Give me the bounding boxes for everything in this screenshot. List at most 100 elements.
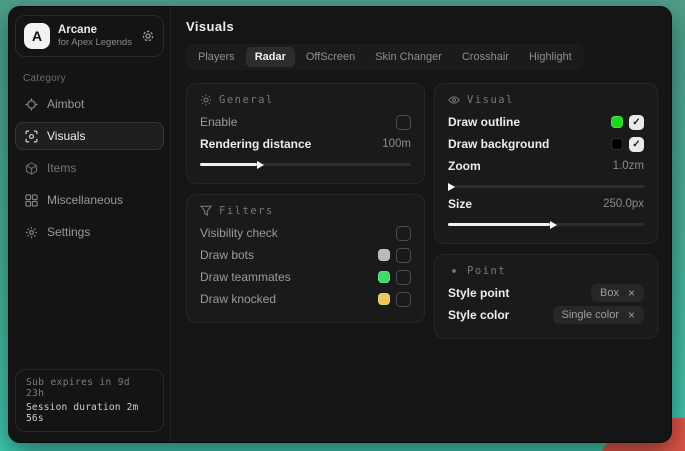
subscription-info: Sub expires in 9d 23h Session duration 2…: [15, 369, 164, 432]
panel-title: Filters: [219, 205, 274, 217]
style-color-value: Single color: [562, 309, 619, 321]
cube-icon: [25, 162, 38, 175]
tab-crosshair[interactable]: Crosshair: [453, 47, 518, 67]
draw-background-color-swatch[interactable]: [611, 138, 623, 150]
rendering-distance-value: 100m: [382, 138, 411, 150]
app-header: A Arcane for Apex Legends: [15, 15, 164, 57]
draw-teammates-checkbox[interactable]: [396, 270, 411, 285]
sidebar: A Arcane for Apex Legends Category Aimbo…: [9, 7, 171, 442]
draw-teammates-color-swatch[interactable]: [378, 271, 390, 283]
panel-filters: Filters Visibility check Draw bots: [186, 194, 425, 323]
draw-outline-checkbox[interactable]: [629, 115, 644, 130]
sidebar-item-label: Settings: [47, 225, 90, 239]
sidebar-item-label: Items: [47, 161, 76, 175]
size-label: Size: [448, 197, 472, 211]
style-color-label: Style color: [448, 308, 509, 322]
zoom-label: Zoom: [448, 159, 481, 173]
zoom-value: 1.0zm: [613, 160, 644, 172]
category-label: Category: [23, 73, 156, 84]
draw-teammates-row: Draw teammates: [200, 266, 411, 288]
draw-outline-row: Draw outline: [448, 111, 644, 133]
rendering-distance-label: Rendering distance: [200, 137, 311, 151]
eye-target-icon: [25, 130, 38, 143]
tab-skin-changer[interactable]: Skin Changer: [366, 47, 451, 67]
panel-point: Point Style point Box × Style color Sing…: [434, 254, 658, 339]
sidebar-item-label: Aimbot: [47, 97, 84, 111]
enable-label: Enable: [200, 115, 237, 129]
app-title: Arcane: [58, 23, 133, 37]
panel-title: Visual: [467, 94, 514, 106]
sidebar-item-miscellaneous[interactable]: Miscellaneous: [15, 186, 164, 214]
draw-outline-label: Draw outline: [448, 115, 520, 129]
style-point-label: Style point: [448, 286, 509, 300]
sun-icon: [200, 94, 212, 106]
style-point-row: Style point Box ×: [448, 282, 644, 304]
panel-general: General Enable Rendering distance 100m: [186, 83, 425, 184]
sidebar-nav: Aimbot Visuals Items: [9, 88, 170, 248]
app-logo: A: [24, 23, 50, 49]
visibility-check-label: Visibility check: [200, 226, 278, 240]
sidebar-item-settings[interactable]: Settings: [15, 218, 164, 246]
draw-background-row: Draw background: [448, 133, 644, 155]
draw-bots-color-swatch[interactable]: [378, 249, 390, 261]
grid-icon: [25, 194, 38, 207]
size-row: Size 250.0px: [448, 193, 644, 215]
main-area: Visuals Players Radar OffScreen Skin Cha…: [171, 7, 671, 442]
enable-row: Enable: [200, 111, 411, 133]
style-point-value: Box: [600, 287, 619, 299]
visibility-check-row: Visibility check: [200, 222, 411, 244]
close-icon[interactable]: ×: [628, 287, 635, 299]
page-title: Visuals: [181, 19, 658, 34]
sidebar-item-items[interactable]: Items: [15, 154, 164, 182]
tab-radar[interactable]: Radar: [246, 47, 295, 67]
sidebar-item-aimbot[interactable]: Aimbot: [15, 90, 164, 118]
draw-knocked-color-swatch[interactable]: [378, 293, 390, 305]
rendering-distance-row: Rendering distance 100m: [200, 133, 411, 155]
style-point-select[interactable]: Box ×: [591, 284, 644, 302]
draw-bots-label: Draw bots: [200, 248, 254, 262]
app-title-block: Arcane for Apex Legends: [58, 23, 133, 49]
style-color-row: Style color Single color ×: [448, 304, 644, 326]
tab-offscreen[interactable]: OffScreen: [297, 47, 364, 67]
settings-icon[interactable]: [141, 29, 155, 43]
gear-icon: [25, 226, 38, 239]
zoom-slider[interactable]: [448, 185, 644, 188]
visibility-check-checkbox[interactable]: [396, 226, 411, 241]
draw-background-checkbox[interactable]: [629, 137, 644, 152]
app-subtitle: for Apex Legends: [58, 37, 133, 49]
slider-fill: [200, 163, 257, 166]
zoom-row: Zoom 1.0zm: [448, 155, 644, 177]
draw-knocked-label: Draw knocked: [200, 292, 276, 306]
tab-bar: Players Radar OffScreen Skin Changer Cro…: [186, 44, 584, 70]
size-slider[interactable]: [448, 223, 644, 226]
panel-visual: Visual Draw outline Draw background: [434, 83, 658, 244]
panel-title: Point: [467, 265, 506, 277]
funnel-icon: [200, 205, 212, 217]
content-grid: General Enable Rendering distance 100m: [186, 83, 658, 339]
close-icon[interactable]: ×: [628, 309, 635, 321]
draw-outline-color-swatch[interactable]: [611, 116, 623, 128]
sidebar-item-visuals[interactable]: Visuals: [15, 122, 164, 150]
draw-knocked-row: Draw knocked: [200, 288, 411, 310]
tab-players[interactable]: Players: [189, 47, 244, 67]
eye-icon: [448, 94, 460, 106]
size-value: 250.0px: [603, 198, 644, 210]
session-duration-text: Session duration 2m 56s: [26, 402, 153, 424]
sidebar-item-label: Visuals: [47, 129, 85, 143]
tab-highlight[interactable]: Highlight: [520, 47, 581, 67]
draw-bots-row: Draw bots: [200, 244, 411, 266]
crosshair-icon: [25, 98, 38, 111]
draw-background-label: Draw background: [448, 137, 549, 151]
sub-expiry-text: Sub expires in 9d 23h: [26, 377, 153, 399]
rendering-distance-slider[interactable]: [200, 163, 411, 166]
app-window: A Arcane for Apex Legends Category Aimbo…: [8, 6, 672, 443]
style-color-select[interactable]: Single color ×: [553, 306, 645, 324]
sidebar-item-label: Miscellaneous: [47, 193, 123, 207]
draw-knocked-checkbox[interactable]: [396, 292, 411, 307]
slider-fill: [448, 223, 550, 226]
draw-bots-checkbox[interactable]: [396, 248, 411, 263]
panel-title: General: [219, 94, 274, 106]
draw-teammates-label: Draw teammates: [200, 270, 291, 284]
enable-checkbox[interactable]: [396, 115, 411, 130]
dot-icon: [448, 265, 460, 277]
